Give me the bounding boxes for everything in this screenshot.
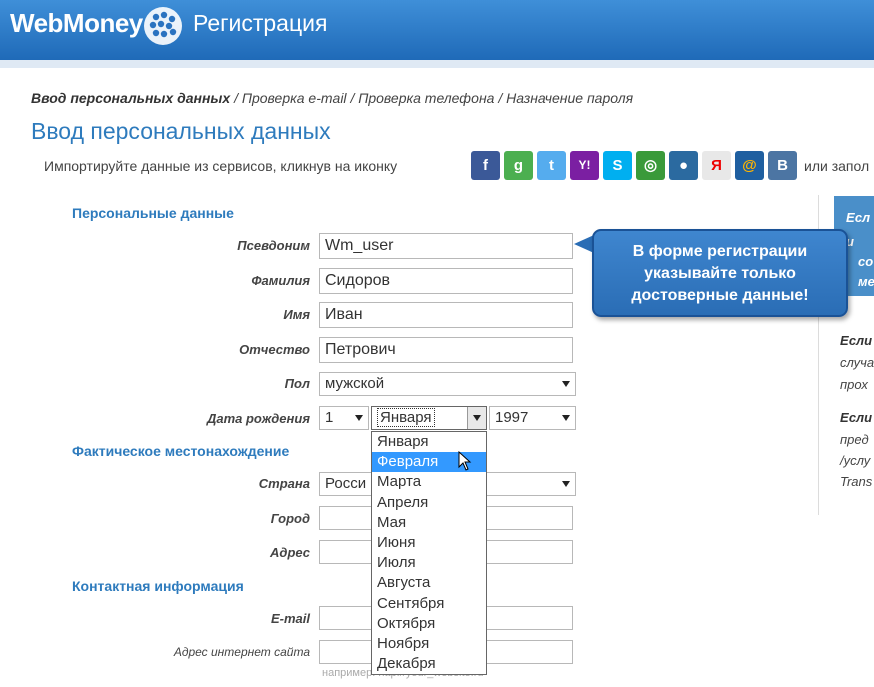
month-option[interactable]: Ноября (372, 634, 486, 654)
birth-year-value: 1997 (495, 409, 529, 426)
month-option[interactable]: Декабря (372, 654, 486, 674)
month-option[interactable]: Апреля (372, 493, 486, 513)
chevron-down-icon (562, 381, 570, 387)
app-title: Регистрация (193, 10, 328, 36)
firstname-input[interactable]: Иван (319, 302, 573, 328)
lastname-label: Фамилия (251, 273, 310, 288)
patronymic-label: Отчество (239, 342, 310, 357)
side-panel-text: Если (840, 410, 873, 425)
patronymic-input[interactable]: Петрович (319, 337, 573, 363)
vkontakte-icon[interactable]: В (768, 151, 797, 180)
page-title: Ввод персональных данных (31, 118, 331, 144)
webmoney-logo[interactable]: WebMoney (10, 8, 143, 39)
lastname-input[interactable]: Сидоров (319, 268, 573, 294)
callout-line: В форме регистрации (632, 243, 808, 260)
month-option[interactable]: Августа (372, 573, 486, 593)
website-label: Адрес интернет сайта (173, 645, 310, 659)
city-label: Город (270, 511, 310, 526)
skype-icon[interactable]: S (603, 151, 632, 180)
month-option[interactable]: Июня (372, 533, 486, 553)
birth-year-select[interactable]: 1997 (489, 406, 576, 430)
side-panel-blue-line: Есл (846, 210, 871, 225)
chevron-down-icon (355, 415, 363, 421)
month-dropdown-button[interactable] (467, 407, 486, 429)
gender-select[interactable]: мужской (319, 372, 576, 396)
facebook-icon[interactable]: f (471, 151, 500, 180)
side-panel-text: пред (840, 432, 869, 447)
header-band (0, 60, 874, 68)
side-panel-text: прох (840, 377, 868, 392)
callout-pointer (574, 235, 594, 253)
callout-line: достоверные данные! (631, 287, 809, 304)
address-label: Адрес (270, 545, 310, 560)
breadcrumb-step-email: / Проверка e-mail (234, 90, 347, 106)
month-option[interactable]: Марта (372, 472, 486, 492)
yandex-icon[interactable]: Я (702, 151, 731, 180)
nickname-label: Псевдоним (237, 238, 310, 253)
chevron-down-icon (562, 481, 570, 487)
callout-line: указывайте только (644, 265, 796, 282)
firstname-label: Имя (283, 307, 310, 322)
twitter-icon[interactable]: t (537, 151, 566, 180)
openid-icon[interactable]: ◎ (636, 151, 665, 180)
side-panel-text: Trans (840, 474, 873, 489)
google-icon[interactable]: g (504, 151, 533, 180)
breadcrumb-step-password: / Назначение пароля (498, 90, 634, 106)
side-panel-blue-line: со (858, 254, 874, 269)
import-icons: f g t Y! S ◎ ● Я @ В (471, 151, 801, 183)
yahoo-icon[interactable]: Y! (570, 151, 599, 180)
callout-bubble: В форме регистрации указывайте только до… (592, 229, 848, 317)
birth-month-value: Января (377, 408, 435, 427)
chevron-down-icon (562, 415, 570, 421)
mouse-cursor-icon (458, 451, 472, 471)
import-text-suffix: или запол (804, 158, 870, 174)
chevron-down-icon (473, 415, 481, 421)
webmoney-globe-icon (144, 7, 182, 45)
mailru-icon[interactable]: @ (735, 151, 764, 180)
month-option[interactable]: Января (372, 432, 486, 452)
side-panel-blue-line: ме (858, 274, 874, 289)
section-location-title: Фактическое местонахождение (72, 443, 290, 459)
side-panel-text: /услу (840, 453, 871, 468)
breadcrumb-step-phone: / Проверка телефона (350, 90, 495, 106)
section-personal-title: Персональные данные (72, 205, 234, 221)
email-label: E-mail (270, 611, 310, 626)
side-panel-text: Если (840, 333, 873, 348)
month-option[interactable]: Сентября (372, 594, 486, 614)
import-text: Импортируйте данные из сервисов, кликнув… (44, 158, 398, 174)
nickname-input[interactable]: Wm_user (319, 233, 573, 259)
birth-day-value: 1 (325, 409, 334, 426)
birth-month-select[interactable]: Января (371, 406, 487, 430)
gender-select-value: мужской (325, 375, 385, 392)
month-option[interactable]: Мая (372, 513, 486, 533)
breadcrumb-current: Ввод персональных данных (31, 90, 231, 106)
section-contacts-title: Контактная информация (72, 578, 244, 594)
country-select-value: Росси (325, 475, 367, 492)
month-option[interactable]: Октября (372, 614, 486, 634)
header-bar: WebMoney Регистрация (0, 0, 874, 60)
month-option[interactable]: Июля (372, 553, 486, 573)
myworld-icon[interactable]: ● (669, 151, 698, 180)
country-label: Страна (258, 476, 310, 491)
birth-day-select[interactable]: 1 (319, 406, 369, 430)
gender-label: Пол (284, 376, 310, 391)
breadcrumb: Ввод персональных данных / Проверка e-ma… (31, 90, 633, 106)
birthdate-label: Дата рождения (206, 411, 310, 426)
side-panel-text: случа (840, 355, 874, 370)
